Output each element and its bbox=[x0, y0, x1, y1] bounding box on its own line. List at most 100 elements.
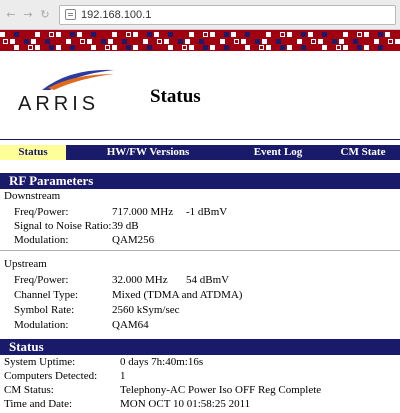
banner-square bbox=[98, 32, 103, 37]
banner-square bbox=[367, 39, 372, 44]
banner-square bbox=[294, 45, 299, 50]
banner-square bbox=[164, 39, 169, 44]
banner-square bbox=[112, 45, 117, 50]
tab-event-log[interactable]: Event Log bbox=[230, 145, 326, 160]
tab-hw-fw-versions[interactable]: HW/FW Versions bbox=[66, 145, 230, 160]
banner-square bbox=[161, 32, 166, 37]
page-icon bbox=[65, 9, 76, 20]
banner-square bbox=[49, 32, 54, 37]
banner-square bbox=[224, 45, 229, 50]
banner-square bbox=[311, 39, 316, 44]
forward-button[interactable]: → bbox=[21, 8, 35, 22]
banner-square bbox=[269, 39, 274, 44]
banner-square bbox=[196, 32, 201, 37]
tabs-divider bbox=[0, 139, 400, 140]
banner-square bbox=[63, 32, 68, 37]
banner-square bbox=[66, 39, 71, 44]
banner-square bbox=[192, 39, 197, 44]
banner-square bbox=[140, 45, 145, 50]
time-date-label: Time and Date: bbox=[4, 398, 73, 410]
banner-square bbox=[374, 39, 379, 44]
banner-square bbox=[49, 45, 54, 50]
banner-square bbox=[126, 45, 131, 50]
banner-square bbox=[315, 45, 320, 50]
us-symbol-value: 2560 kSym/sec bbox=[112, 304, 180, 316]
banner-square bbox=[154, 45, 159, 50]
tab-cm-state[interactable]: CM State bbox=[326, 145, 400, 160]
ds-freq-value: 717.000 MHz bbox=[112, 206, 174, 218]
banner-square bbox=[80, 39, 85, 44]
tab-status[interactable]: Status bbox=[0, 145, 66, 160]
banner-square bbox=[322, 45, 327, 50]
us-channel-value: Mixed (TDMA and ATDMA) bbox=[112, 289, 243, 301]
banner-square bbox=[241, 39, 246, 44]
status-heading: Status bbox=[0, 339, 400, 355]
banner-square bbox=[238, 32, 243, 37]
banner-square bbox=[101, 39, 106, 44]
banner-square bbox=[171, 39, 176, 44]
us-power-value: 54 dBmV bbox=[186, 274, 230, 286]
us-modulation-value: QAM64 bbox=[112, 319, 149, 331]
banner-square bbox=[280, 45, 285, 50]
banner-square bbox=[84, 45, 89, 50]
banner-square bbox=[234, 39, 239, 44]
banner-square bbox=[140, 32, 145, 37]
banner-square bbox=[343, 32, 348, 37]
uptime-label: System Uptime: bbox=[4, 356, 76, 368]
address-text: 192.168.100.1 bbox=[81, 8, 152, 21]
banner-square bbox=[56, 32, 61, 37]
banner-square bbox=[31, 39, 36, 44]
banner-square bbox=[175, 45, 180, 50]
page-title: Status bbox=[150, 86, 201, 107]
rf-divider bbox=[0, 250, 400, 251]
banner-square bbox=[318, 39, 323, 44]
banner-square bbox=[371, 45, 376, 50]
us-channel-label: Channel Type: bbox=[14, 289, 79, 301]
banner-square bbox=[357, 45, 362, 50]
ds-freq-label: Freq/Power: bbox=[14, 206, 69, 218]
banner-square bbox=[350, 32, 355, 37]
reload-button[interactable]: ↻ bbox=[38, 8, 52, 22]
banner-square bbox=[392, 45, 397, 50]
upstream-heading: Upstream bbox=[4, 258, 47, 270]
banner-square bbox=[217, 32, 222, 37]
banner-square bbox=[392, 32, 397, 37]
header-banner bbox=[0, 30, 400, 51]
ds-snr-label: Signal to Noise Ratio: bbox=[14, 220, 112, 232]
address-bar[interactable]: 192.168.100.1 bbox=[59, 4, 396, 25]
banner-square bbox=[350, 45, 355, 50]
banner-square bbox=[70, 45, 75, 50]
banner-square bbox=[294, 32, 299, 37]
banner-square bbox=[325, 39, 330, 44]
banner-square bbox=[84, 32, 89, 37]
banner-square bbox=[308, 32, 313, 37]
us-freq-value: 32.000 MHz bbox=[112, 274, 168, 286]
banner-square bbox=[14, 45, 19, 50]
banner-square bbox=[227, 39, 232, 44]
banner-square bbox=[199, 39, 204, 44]
banner-square bbox=[157, 39, 162, 44]
banner-square bbox=[35, 45, 40, 50]
banner-square bbox=[21, 32, 26, 37]
banner-square bbox=[388, 39, 393, 44]
banner-square bbox=[112, 32, 117, 37]
us-symbol-label: Symbol Rate: bbox=[14, 304, 75, 316]
rf-parameters-heading: RF Parameters bbox=[0, 173, 400, 189]
banner-square bbox=[304, 39, 309, 44]
banner-square bbox=[329, 32, 334, 37]
back-button[interactable]: ← bbox=[4, 8, 18, 22]
banner-square bbox=[353, 39, 358, 44]
banner-square bbox=[136, 39, 141, 44]
banner-square bbox=[42, 32, 47, 37]
banner-square bbox=[259, 32, 264, 37]
ds-snr-value: 39 dB bbox=[112, 220, 139, 232]
time-date-value: MON OCT 10 01:58:25 2011 bbox=[120, 398, 251, 410]
banner-square bbox=[28, 45, 33, 50]
banner-square bbox=[133, 45, 138, 50]
banner-square bbox=[371, 32, 376, 37]
uptime-value: 0 days 7h:40m:16s bbox=[120, 356, 204, 368]
banner-square bbox=[385, 32, 390, 37]
banner-square bbox=[175, 32, 180, 37]
banner-square bbox=[24, 39, 29, 44]
banner-square bbox=[332, 39, 337, 44]
